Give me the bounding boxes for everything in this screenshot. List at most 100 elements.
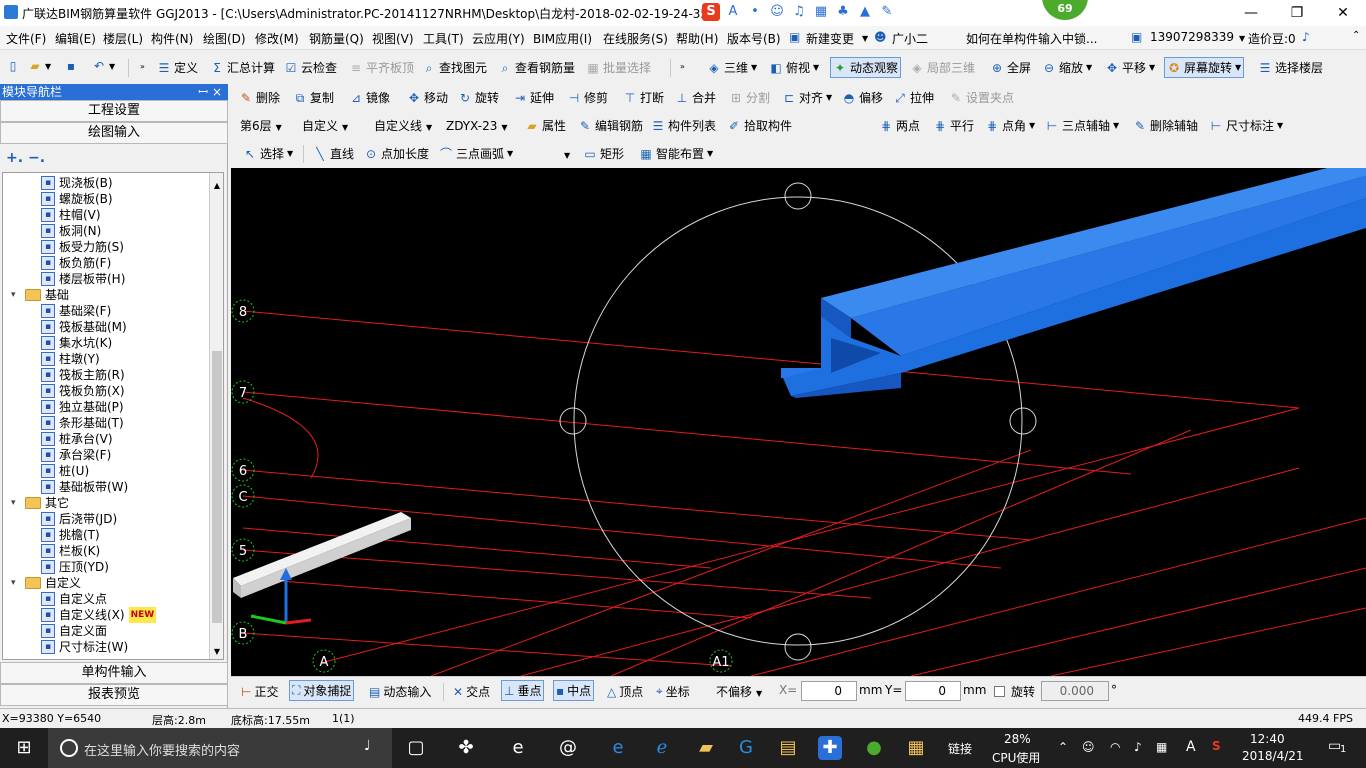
tree-item[interactable]: ▪ 自定义线(X) NEW (41, 607, 157, 623)
trim-button[interactable]: ⊣ 修剪 (567, 89, 608, 106)
snap-midpoint[interactable]: ▪ 中点 (553, 680, 595, 701)
batch-select-button[interactable]: ▦ 批量选择 (586, 59, 651, 76)
calendar-app-icon[interactable]: ▦ (904, 736, 928, 760)
component-select[interactable]: ZDYX-23 ▼ (443, 116, 519, 136)
taskbar-search[interactable]: 在这里输入你要搜索的内容 ♩ (48, 728, 392, 768)
pan-button[interactable]: ✥ 平移 ▼ (1105, 59, 1155, 76)
tree-item[interactable]: ▪ 独立基础(P) (41, 399, 124, 415)
rotate-button[interactable]: ↻ 旋转 (458, 89, 499, 106)
sogou-tray-icon[interactable]: S (1212, 739, 1221, 753)
summary-calc-button[interactable]: Σ 汇总计算 (210, 59, 275, 76)
tree-item[interactable]: ▪ 柱帽(V) (41, 207, 101, 223)
tree-item[interactable]: ▪ 后浇带(JD) (41, 511, 117, 527)
green-app-icon[interactable]: ● (862, 736, 886, 760)
edit-rebar-button[interactable]: ✎ 编辑钢筋 (578, 117, 643, 134)
drawing-canvas[interactable]: 8 7 6 C 5 B A A1 (231, 168, 1366, 676)
volume-icon[interactable]: ♪ (1134, 740, 1142, 754)
tree-group[interactable]: ▾ 自定义 (11, 575, 81, 591)
properties-button[interactable]: ▰ 属性 (525, 117, 566, 134)
project-settings-button[interactable]: 工程设置 (0, 100, 228, 122)
cloud-check-button[interactable]: ☑ 云检查 (284, 59, 337, 76)
expand-arrow-icon[interactable]: ▾ (11, 575, 21, 591)
tree-group[interactable]: ▾ 基础 (11, 287, 69, 303)
snap-perpendicular[interactable]: ⊥ 垂点 (501, 680, 545, 701)
score-badge[interactable]: 69 (1042, 0, 1088, 20)
gray-beam[interactable] (233, 512, 411, 598)
orbit-handle-left[interactable] (559, 407, 587, 435)
split-button[interactable]: ⊞ 分割 (729, 89, 770, 106)
snap-vertex[interactable]: △ 顶点 (607, 683, 643, 700)
type-select[interactable]: 自定义 ▼ (299, 116, 367, 136)
snap-coordinate[interactable]: ⌖ 坐标 (656, 683, 690, 700)
tree-item[interactable]: ▪ 螺旋板(B) (41, 191, 113, 207)
dynamic-orbit-button[interactable]: ✦ 动态观察 (830, 57, 902, 78)
menu-draw[interactable]: 绘图(D) (203, 30, 246, 47)
task-view-icon[interactable]: ▢ (404, 736, 428, 760)
minimize-button[interactable]: — (1228, 0, 1274, 26)
windows-start-icon[interactable]: ⊞ (12, 736, 36, 760)
tree-item[interactable]: ▪ 筏板负筋(X) (41, 383, 125, 399)
orbit-handle-top[interactable] (784, 182, 812, 210)
tree-item[interactable]: ▪ 筏板基础(M) (41, 319, 127, 335)
tree-item[interactable]: ▪ 挑檐(T) (41, 527, 100, 543)
new-file-icon[interactable]: ▯ (6, 59, 20, 73)
set-grip-button[interactable]: ✎ 设置夹点 (949, 89, 1014, 106)
component-list-button[interactable]: ☰ 构件列表 (651, 117, 716, 134)
define-button[interactable]: ☰ 定义 (157, 59, 198, 76)
microphone-icon[interactable]: ♩ (364, 738, 371, 754)
clock-date[interactable]: 2018/4/21 (1242, 749, 1304, 763)
user-phone[interactable]: 13907298339 (1150, 30, 1234, 44)
view-rebar-button[interactable]: ⌕ 查看钢筋量 (498, 59, 575, 76)
menu-tools[interactable]: 工具(T) (423, 30, 464, 47)
pin-icon[interactable]: ꟷ (198, 84, 208, 100)
tree-item[interactable]: ▪ 尺寸标注(W) (41, 639, 128, 655)
ime-mic-icon[interactable]: ♫ (790, 3, 808, 21)
bell-icon[interactable]: ♪ (1302, 30, 1310, 44)
menu-help[interactable]: 帮助(H) (676, 30, 718, 47)
ie-browser-icon[interactable]: ℯ (650, 736, 674, 760)
dimension-button[interactable]: ⊢ 尺寸标注 ▼ (1209, 117, 1283, 134)
maximize-button[interactable]: ❐ (1274, 0, 1320, 26)
3d-button[interactable]: ◈ 三维 ▼ (707, 59, 757, 76)
chevron-down-icon[interactable]: ▼ (1239, 34, 1245, 43)
ggj-app-icon[interactable]: ✚ (818, 736, 842, 760)
point-angle-axis-button[interactable]: ⋕ 点角 ▼ (985, 117, 1035, 134)
screen-rotate-button[interactable]: ✪ 屏幕旋转 ▼ (1164, 57, 1245, 78)
people-icon[interactable]: ☺ (1082, 740, 1095, 754)
merge-button[interactable]: ⊥ 合并 (675, 89, 716, 106)
delete-axis-button[interactable]: ✎ 删除辅轴 (1133, 117, 1198, 134)
menu-edit[interactable]: 编辑(E) (55, 30, 96, 47)
align-button[interactable]: ⊏ 对齐 ▼ (782, 89, 832, 106)
menu-rebar[interactable]: 钢筋量(Q) (309, 30, 364, 47)
tree-item[interactable]: ▪ 板受力筋(S) (41, 239, 124, 255)
tree-item[interactable]: ▪ 板洞(N) (41, 223, 101, 239)
two-point-axis-button[interactable]: ⋕ 两点 (879, 117, 920, 134)
delete-button[interactable]: ✎ 删除 (239, 89, 280, 106)
zoom-button[interactable]: ⊖ 缩放 ▼ (1042, 59, 1092, 76)
ime-emoji-icon[interactable]: ☺ (768, 3, 786, 21)
tree-item[interactable]: ▪ 楼层板带(H) (41, 271, 125, 287)
tree-item[interactable]: ▪ 筏板主筋(R) (41, 367, 125, 383)
ime-tools-icon[interactable]: ✎ (878, 3, 896, 21)
close-button[interactable]: ✕ (1320, 0, 1366, 26)
snap-intersection[interactable]: ✕ 交点 (453, 683, 490, 700)
tree-item[interactable]: ▪ 集水坑(K) (41, 335, 112, 351)
dynamic-input-toggle[interactable]: ▤ 动态输入 (369, 683, 431, 700)
subtype-select[interactable]: 自定义线 ▼ (371, 116, 443, 136)
edge-app-icon[interactable]: e (506, 736, 530, 760)
ime-keyboard-icon[interactable]: ▦ (812, 3, 830, 21)
select-floor-button[interactable]: ☰ 选择楼层 (1258, 59, 1323, 76)
tree-item[interactable]: ▪ 柱墩(Y) (41, 351, 100, 367)
tree-item[interactable]: ▪ 栏板(K) (41, 543, 100, 559)
link-label[interactable]: 链接 (948, 740, 972, 757)
three-point-arc-button[interactable]: ⌒ 三点画弧 ▼ (439, 145, 513, 162)
undo-icon[interactable]: ↶ ▼ (92, 59, 115, 73)
expand-arrow-icon[interactable]: ▾ (11, 495, 21, 511)
collapse-all-icon[interactable]: −. (28, 150, 45, 166)
rectangle-button[interactable]: ▭ 矩形 (583, 145, 624, 162)
orbit-handle-bottom[interactable] (784, 633, 812, 661)
ortho-toggle[interactable]: ⊢ 正交 (241, 683, 278, 700)
clock-time[interactable]: 12:40 (1250, 732, 1285, 746)
menu-floor[interactable]: 楼层(L) (103, 30, 143, 47)
ime-indicator[interactable]: A (1186, 739, 1196, 755)
